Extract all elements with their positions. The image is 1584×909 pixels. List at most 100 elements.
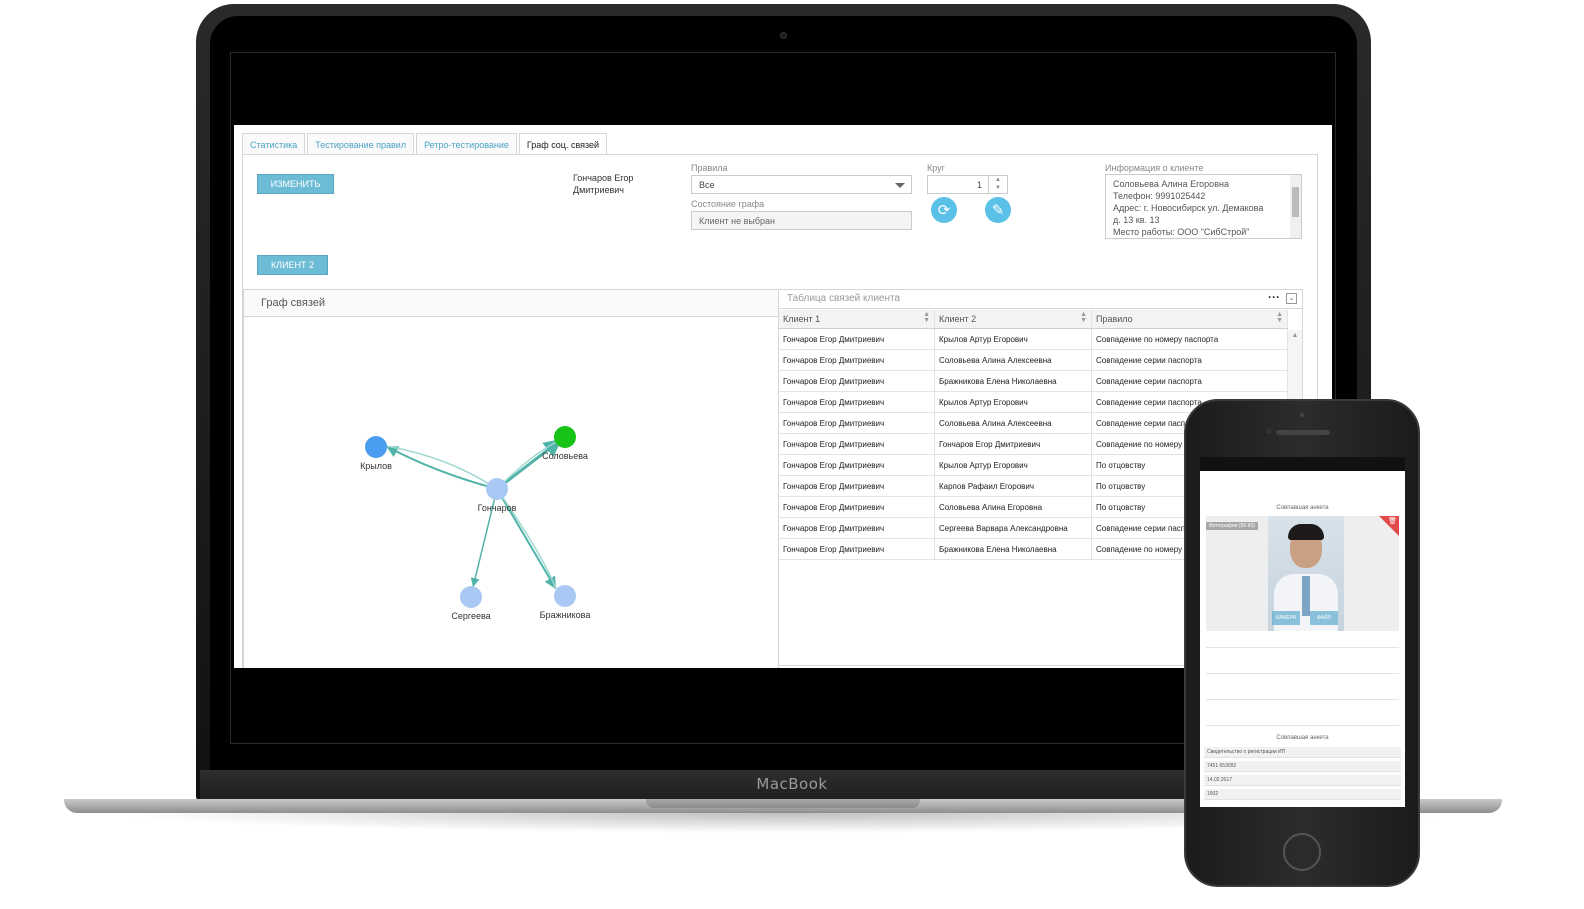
graph-title: Граф связей	[244, 290, 778, 317]
column-header-rule[interactable]: Правило ▲ ▼	[1092, 310, 1288, 328]
table-cell: Гончаров Егор Дмитриевич	[779, 371, 935, 391]
phone-field[interactable]: 1502	[1204, 789, 1401, 800]
table-cell: Сергеева Варвара Александровна	[935, 518, 1092, 538]
phone-speaker	[1276, 430, 1330, 435]
graph-node-label: Сергеева	[451, 611, 490, 621]
profile-photo: КАМЕРА ФАЙЛ	[1268, 516, 1344, 631]
divider	[1206, 699, 1399, 700]
column-header-client2[interactable]: Клиент 2 ▲ ▼	[935, 310, 1092, 328]
table-cell: Гончаров Егор Дмитриевич	[779, 413, 935, 433]
graph-state-label: Состояние графа	[691, 199, 765, 209]
tab-statistics[interactable]: Статистика	[242, 133, 306, 155]
graph-state-field: Клиент не выбран	[691, 211, 912, 230]
stepper-buttons[interactable]: ▲ ▼	[988, 176, 1007, 193]
client2-button[interactable]: КЛИЕНТ 2	[257, 255, 328, 275]
table-cell: Гончаров Егор Дмитриевич	[779, 539, 935, 559]
graph-node-sergeeva[interactable]	[460, 586, 482, 608]
sort-icon: ▲ ▼	[923, 311, 930, 324]
table-cell: Крылов Артур Егорович	[935, 455, 1092, 475]
scrollbar-thumb[interactable]	[1292, 187, 1299, 217]
graph-node-solovyeva[interactable]	[554, 426, 576, 448]
sort-icon: ▲ ▼	[1276, 311, 1283, 324]
collapse-icon[interactable]: ⌄	[1286, 293, 1297, 304]
table-row[interactable]: Гончаров Егор Дмитриевич Соловьева Алина …	[779, 350, 1288, 371]
table-row[interactable]: Гончаров Егор Дмитриевич Бражникова Елена…	[779, 371, 1288, 392]
client-info-line: Адрес: г. Новосибирск ул. Демакова	[1113, 203, 1264, 213]
table-cell: Совпадение по номеру паспорта	[1092, 329, 1288, 349]
table-cell: Карпов Рафаил Егорович	[935, 476, 1092, 496]
file-button[interactable]: ФАЙЛ	[1310, 611, 1338, 625]
table-cell: Крылов Артур Егорович	[935, 392, 1092, 412]
graph-node-label: Соловьева	[542, 451, 588, 461]
refresh-icon[interactable]: ⟳	[931, 197, 957, 223]
tab-rule-testing[interactable]: Тестирование правил	[307, 133, 415, 155]
client-info-line: д. 13 кв. 13	[1113, 215, 1160, 225]
column-header-client1[interactable]: Клиент 1 ▲ ▼	[779, 310, 935, 328]
client-info-line: Соловьева Алина Егоровна	[1113, 179, 1229, 189]
rules-select-value: Все	[699, 180, 715, 190]
client-info-box[interactable]: Соловьева Алина Егоровна Телефон: 999102…	[1105, 174, 1302, 239]
graph-edge	[385, 445, 498, 490]
graph-node-krylov[interactable]	[365, 436, 387, 458]
scrollbar[interactable]	[1290, 175, 1301, 238]
trash-icon[interactable]: 🗑	[1388, 517, 1397, 525]
table-row[interactable]: Гончаров Егор Дмитриевич Крылов Артур Его…	[779, 329, 1288, 350]
rules-select[interactable]: Все	[691, 175, 912, 194]
edit-icon[interactable]: ✎	[985, 197, 1011, 223]
laptop-notch	[646, 799, 920, 808]
table-cell: Гончаров Егор Дмитриевич	[779, 350, 935, 370]
table-cell: Гончаров Егор Дмитриевич	[779, 329, 935, 349]
tab-bar: Статистика Тестирование правил Ретро-тес…	[242, 133, 609, 155]
table-cell: Гончаров Егор Дмитриевич	[779, 497, 935, 517]
graph-node-goncharov[interactable]	[486, 478, 508, 500]
chevron-down-icon	[895, 183, 905, 188]
phone-camera	[1266, 428, 1272, 434]
phone-field[interactable]: 7451 653092	[1204, 761, 1401, 772]
table-title: Таблица связей клиента	[787, 293, 901, 304]
sort-icon: ▲ ▼	[1080, 311, 1087, 324]
graph-panel: Граф связей Крылов Соловьева Гончаров Се…	[243, 289, 779, 668]
graph-node-brazhnikova[interactable]	[554, 585, 576, 607]
graph-canvas[interactable]: Крылов Соловьева Гончаров Сергеева Бражн…	[244, 317, 778, 667]
tab-retro-testing[interactable]: Ретро-тестирование	[416, 133, 517, 155]
client-info-label: Информация о клиенте	[1105, 163, 1204, 173]
person-hair	[1288, 524, 1324, 540]
client-info-line: Телефон: 9991025442	[1113, 191, 1206, 201]
circle-label: Круг	[927, 163, 945, 173]
divider	[1206, 725, 1399, 726]
change-button[interactable]: ИЗМЕНИТЬ	[257, 174, 334, 194]
divider	[1206, 673, 1399, 674]
table-cell: Гончаров Егор Дмитриевич	[779, 476, 935, 496]
tab-social-graph[interactable]: Граф соц. связей	[518, 133, 608, 155]
more-icon[interactable]: ···	[1268, 290, 1280, 304]
phone-screen: Совпавшая анкета Фотография (56 Кб) КАМЕ…	[1200, 457, 1405, 807]
app-window: Статистика Тестирование правил Ретро-тес…	[234, 125, 1332, 668]
divider	[1206, 647, 1399, 648]
table-cell: Гончаров Егор Дмитриевич	[779, 392, 935, 412]
phone-field[interactable]: Свидетельство о регистрации ИП	[1204, 747, 1401, 758]
table-cell: Гончаров Егор Дмитриевич	[779, 518, 935, 538]
table-cell: Гончаров Егор Дмитриевич	[779, 455, 935, 475]
graph-node-label: Гончаров	[478, 503, 517, 513]
circle-stepper[interactable]: 1 ▲ ▼	[927, 175, 1008, 194]
scroll-up-icon[interactable]: ▲	[1288, 330, 1302, 339]
client-info-line: Место работы: ООО "СибСтрой"	[1113, 227, 1250, 237]
photo-tag: Фотография (56 Кб)	[1206, 522, 1258, 530]
camera-button[interactable]: КАМЕРА	[1272, 611, 1300, 625]
phone-section-title: Совпавшая анкета	[1276, 505, 1329, 511]
table-cell: Соловьева Алина Алексеевна	[935, 350, 1092, 370]
person-tie	[1302, 576, 1310, 616]
graph-edge	[385, 445, 498, 490]
table-cell: Совпадение серии паспорта	[1092, 350, 1288, 370]
phone-section-title: Совпавшая анкета	[1276, 735, 1329, 741]
client-name: Гончаров Егор Дмитриевич	[573, 173, 634, 195]
table-header-row: Клиент 1 ▲ ▼ Клиент 2 ▲ ▼ Правило ▲ ▼	[779, 310, 1288, 329]
photo-area: Фотография (56 Кб) КАМЕРА ФАЙЛ 🗑	[1206, 516, 1399, 631]
table-cell: Бражникова Елена Николаевна	[935, 371, 1092, 391]
home-button[interactable]	[1283, 833, 1321, 871]
table-cell: Соловьева Алина Егоровна	[935, 497, 1092, 517]
phone-field[interactable]: 14.02.2017	[1204, 775, 1401, 786]
phone-sensor	[1300, 413, 1304, 417]
circle-value: 1	[976, 180, 982, 190]
phone-status-bar	[1200, 457, 1405, 471]
